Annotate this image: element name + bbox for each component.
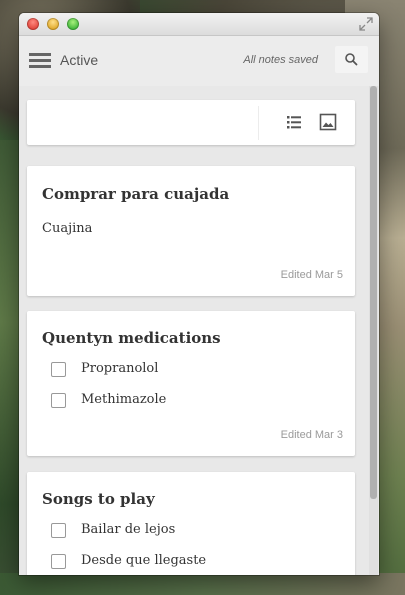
zoom-window-button[interactable]	[67, 18, 79, 30]
scrollbar[interactable]	[369, 86, 378, 575]
title-bar	[19, 13, 379, 36]
note-body: Cuajina	[42, 221, 93, 236]
new-image-note-button[interactable]	[316, 110, 340, 134]
new-note-divider	[258, 106, 259, 140]
notes-list: Comprar para cuajada Cuajina Edited Mar …	[19, 86, 379, 575]
fullscreen-icon[interactable]	[359, 17, 373, 31]
search-icon	[345, 53, 358, 66]
scrollbar-thumb[interactable]	[370, 86, 377, 499]
note-title: Songs to play	[42, 490, 155, 508]
note-card[interactable]: Songs to play Bailar de lejos Desde que …	[27, 472, 355, 575]
checkbox[interactable]	[51, 362, 66, 377]
edited-timestamp: Edited Mar 3	[280, 429, 343, 441]
wallpaper-bottom	[0, 573, 405, 595]
search-button[interactable]	[335, 46, 368, 73]
checklist-item-label: Desde que llegaste	[81, 553, 207, 568]
checkbox[interactable]	[51, 393, 66, 408]
checkbox[interactable]	[51, 523, 66, 538]
note-title: Quentyn medications	[42, 329, 221, 347]
checkbox[interactable]	[51, 554, 66, 569]
save-status: All notes saved	[243, 54, 318, 66]
checklist-item-label: Propranolol	[81, 361, 159, 376]
section-title: Active	[60, 52, 99, 68]
edited-timestamp: Edited Mar 5	[280, 269, 343, 281]
checklist-item-label: Bailar de lejos	[81, 522, 176, 537]
app-bar: Active All notes saved	[19, 36, 379, 86]
note-card[interactable]: Comprar para cuajada Cuajina Edited Mar …	[27, 166, 355, 296]
note-card[interactable]: Quentyn medications Propranolol Methimaz…	[27, 311, 355, 456]
menu-icon[interactable]	[29, 53, 51, 69]
app-window: Active All notes saved Comprar para cuaj…	[19, 13, 379, 575]
close-window-button[interactable]	[27, 18, 39, 30]
new-note-bar[interactable]	[27, 100, 355, 145]
checklist-item-label: Methimazole	[81, 392, 167, 407]
note-title: Comprar para cuajada	[42, 185, 230, 203]
minimize-window-button[interactable]	[47, 18, 59, 30]
new-list-button[interactable]	[283, 110, 307, 134]
image-icon	[319, 113, 337, 131]
list-icon	[287, 116, 301, 129]
